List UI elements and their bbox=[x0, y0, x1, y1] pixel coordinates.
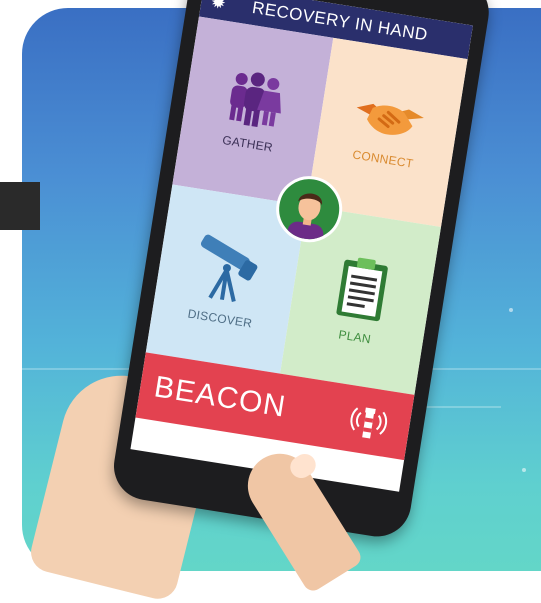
telescope-icon bbox=[200, 234, 258, 302]
tile-label-gather: GATHER bbox=[221, 132, 274, 155]
sparkle bbox=[522, 468, 526, 472]
handshake-icon bbox=[356, 103, 424, 135]
tile-label-connect: CONNECT bbox=[351, 147, 415, 171]
clipboard-icon bbox=[336, 257, 388, 322]
lighthouse-icon bbox=[350, 407, 388, 439]
sparkle bbox=[509, 308, 513, 312]
side-tab bbox=[0, 182, 40, 230]
tile-label-discover: DISCOVER bbox=[186, 306, 254, 331]
beacon-label: BEACON bbox=[151, 370, 289, 424]
people-group-icon bbox=[229, 72, 281, 128]
tile-label-plan: PLAN bbox=[337, 327, 372, 347]
